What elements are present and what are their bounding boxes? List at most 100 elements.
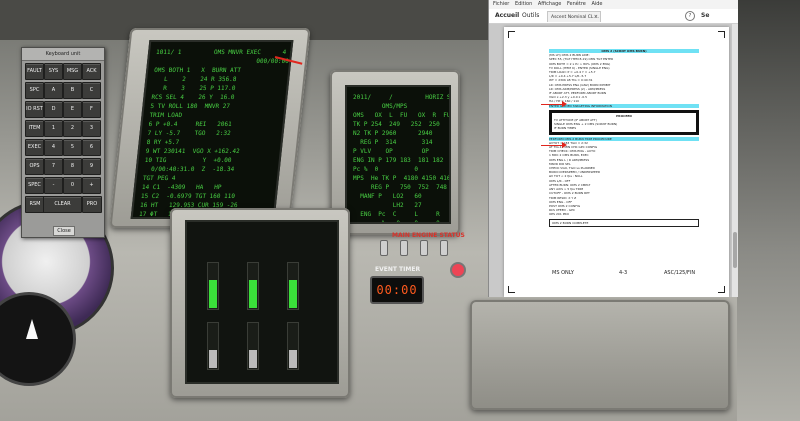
display-line: ENG IN P 179 183 181 182: [353, 157, 444, 164]
toolbar: Accueil Outils Ascent Nominal CL ... × ?…: [489, 9, 738, 33]
lower-switch-panel: [470, 300, 730, 410]
key-fault[interactable]: FAULT: [25, 63, 44, 80]
key-rsm[interactable]: RSM: [25, 196, 45, 213]
red-knob-icon[interactable]: [450, 262, 466, 278]
key-spec[interactable]: SPEC: [25, 177, 44, 194]
display-line: N2 TK P 2960 2940: [353, 130, 433, 137]
mfd1-display-text: 1011/ 1 OMS MNVR EXEC 4 000/00:40:31 000…: [139, 48, 294, 218]
checklist-content: OMS 2 (SCRNT OMS BURN) (MS LH) OMS 2 BUR…: [549, 49, 699, 229]
proceed-line: IF BURN TIMES: [554, 126, 577, 131]
proceed-box: PROCEED TV ATTITUDE (IF ABORT ATT) SINGL…: [549, 109, 699, 135]
tab-tools[interactable]: Outils: [522, 9, 539, 23]
key-msg[interactable]: MSG: [63, 63, 82, 80]
key-io-rst[interactable]: IO RST: [25, 101, 44, 118]
display-line: % 0 0 0: [353, 220, 440, 224]
pdf-viewer-window: Fichier Edition Affichage Fenêtre Aide A…: [488, 0, 738, 297]
key-2[interactable]: 2: [63, 120, 82, 137]
display-line: TRIM LOAD: [149, 112, 183, 119]
key-[interactable]: +: [82, 177, 101, 194]
key-f[interactable]: F: [82, 101, 101, 118]
key-clear[interactable]: CLEAR: [43, 196, 82, 213]
highlighted-step: ENTER GUIDED TARGETING INFORMATION: [549, 103, 699, 108]
display-line: 0/00:40:31.0 Z -18.34: [143, 166, 235, 173]
display-line: R 3 25 P 117.0: [151, 85, 236, 92]
display-line: OMS OX L FU OX R FU: [353, 112, 451, 119]
mps-status-screen: [185, 220, 339, 384]
display-line: REG P 750 752 748: [353, 184, 447, 191]
footer-page-number: 4-3: [619, 270, 628, 276]
footer-left: MS ONLY: [552, 270, 574, 276]
display-line: 8 RY +5.7: [146, 139, 180, 146]
key-item[interactable]: ITEM: [25, 120, 44, 137]
key-ack[interactable]: ACK: [82, 63, 101, 80]
document-tab-label: Ascent Nominal CL ...: [551, 15, 600, 20]
engine-bar-3: [287, 262, 299, 310]
display-line: 5 TV ROLL 180 MNVR 27: [150, 103, 231, 110]
toggle-switch[interactable]: [380, 240, 388, 256]
event-timer-placard: EVENT TIMER: [375, 266, 421, 273]
display-line: Pc % 0 0: [353, 166, 419, 173]
help-icon[interactable]: ?: [685, 11, 695, 21]
key-5[interactable]: 5: [63, 139, 82, 156]
engine-bar-5: [247, 322, 259, 370]
key-sys[interactable]: SYS: [44, 63, 63, 80]
display-line: LH2 27: [353, 202, 422, 209]
key-d[interactable]: D: [44, 101, 63, 118]
menu-file[interactable]: Fichier: [493, 0, 509, 9]
cockpit-right-strip: [737, 0, 800, 421]
engine-bar-4: [207, 322, 219, 370]
key-[interactable]: -: [44, 177, 63, 194]
key-e[interactable]: E: [63, 101, 82, 118]
display-line: 2011/ / HORIZ SIT: [353, 94, 451, 101]
mfd2-display-text: 2011/ / HORIZ SIT OMS/MPS OMS OX L FU OX…: [353, 93, 451, 222]
menu-window[interactable]: Fenêtre: [567, 0, 586, 9]
document-tab[interactable]: Ascent Nominal CL ... ×: [547, 11, 601, 22]
burn-complete-box: OMS 2 BURN COMPLETE: [549, 218, 699, 227]
key-spc[interactable]: SPC: [25, 82, 44, 99]
mfd2-screen[interactable]: 2011/ / HORIZ SIT OMS/MPS OMS OX L FU OX…: [345, 85, 451, 224]
display-line: 14 C1 -4309 HA HP: [141, 184, 222, 191]
pdf-page: OMS 2 (SCRNT OMS BURN) (MS LH) OMS 2 BUR…: [504, 27, 729, 297]
toggle-switch[interactable]: [420, 240, 428, 256]
footer-right: ASC/125/FIN: [664, 270, 696, 276]
close-button[interactable]: Close: [53, 226, 75, 236]
key-4[interactable]: 4: [44, 139, 63, 156]
key-7[interactable]: 7: [44, 158, 63, 175]
key-1[interactable]: 1: [44, 120, 63, 137]
crop-mark: [508, 31, 515, 38]
toggle-switch[interactable]: [440, 240, 448, 256]
display-line: MANF P LO2 60: [353, 193, 422, 200]
display-line: 10 TIG Y +0.00: [144, 157, 232, 164]
keyboard-unit-title[interactable]: Keyboard unit: [22, 48, 104, 61]
display-line: MPS He TK P 4180 4150 4160: [353, 175, 451, 182]
mfd1-screen[interactable]: 1011/ 1 OMS MNVR EXEC 4 000/00:40:31 000…: [130, 40, 294, 219]
scrollbar-thumb[interactable]: [733, 232, 737, 268]
menu-view[interactable]: Affichage: [538, 0, 562, 9]
key-3[interactable]: 3: [82, 120, 101, 137]
engine-bar-6: [287, 322, 299, 370]
checklist-line: OPS 201 PRO: [549, 212, 569, 217]
display-line: REG P 314 314: [353, 139, 433, 146]
vertical-scrollbar[interactable]: [732, 24, 738, 297]
toggle-switch[interactable]: [400, 240, 408, 256]
key-c[interactable]: C: [82, 82, 101, 99]
close-icon[interactable]: ×: [594, 12, 598, 22]
key-9[interactable]: 9: [82, 158, 101, 175]
tab-home[interactable]: Accueil: [495, 9, 519, 23]
key-ops[interactable]: OPS: [25, 158, 44, 175]
key-6[interactable]: 6: [82, 139, 101, 156]
key-exec[interactable]: EXEC: [25, 139, 44, 156]
display-line: 1011/ 1 OMS MNVR EXEC 4 000/00:40:31: [155, 49, 294, 56]
annotation-arrow: [541, 142, 567, 148]
menu-edit[interactable]: Edition: [515, 0, 532, 9]
key-b[interactable]: B: [63, 82, 82, 99]
document-canvas[interactable]: OMS 2 (SCRNT OMS BURN) (MS LH) OMS 2 BUR…: [489, 24, 738, 297]
menu-help[interactable]: Aide: [591, 0, 602, 9]
key-pro[interactable]: PRO: [82, 196, 102, 213]
engine-bar-1: [207, 262, 219, 310]
display-line: L 2 24 R 356.8: [152, 76, 237, 83]
key-a[interactable]: A: [44, 82, 63, 99]
key-8[interactable]: 8: [63, 158, 82, 175]
key-0[interactable]: 0: [63, 177, 82, 194]
display-line: OMS/MPS: [353, 103, 440, 110]
